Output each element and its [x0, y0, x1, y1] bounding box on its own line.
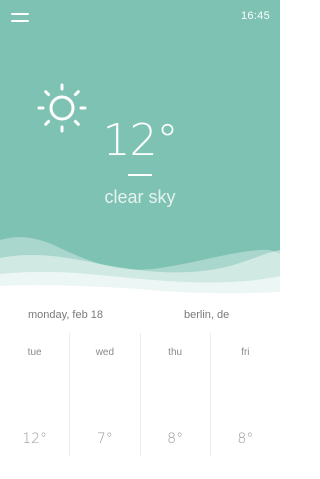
- forecast-day-temp: 8°: [167, 431, 184, 447]
- current-date: monday, feb 18: [28, 309, 104, 321]
- wave-decoration: [0, 237, 280, 300]
- forecast-day-temp: 12°: [22, 431, 48, 447]
- forecast-day-name: thu: [168, 347, 183, 358]
- current-temperature: 12°: [102, 115, 179, 166]
- forecast-list: tue 12° wed 7° thu 8° fri 8°: [0, 333, 280, 456]
- weather-condition: clear sky: [104, 187, 176, 207]
- weather-hero: 16:45 12° clear sky: [0, 0, 280, 300]
- forecast-day[interactable]: wed 7°: [70, 333, 141, 456]
- forecast-day[interactable]: thu 8°: [141, 333, 211, 456]
- menu-bar: [11, 13, 29, 15]
- forecast-day-temp: 7°: [96, 431, 113, 447]
- temperature-divider: [128, 174, 152, 176]
- location-label: berlin, de: [184, 309, 230, 321]
- forecast-day-name: wed: [95, 347, 115, 358]
- menu-bar: [11, 20, 29, 22]
- forecast-day-temp: 8°: [237, 431, 254, 447]
- forecast-day[interactable]: fri 8°: [211, 333, 280, 456]
- menu-icon[interactable]: [11, 12, 29, 24]
- forecast-day-name: tue: [27, 347, 42, 358]
- forecast-day-name: fri: [241, 347, 250, 358]
- status-time: 16:45: [240, 10, 270, 22]
- forecast-day[interactable]: tue 12°: [0, 333, 71, 456]
- info-row: monday, feb 18 berlin, de: [0, 307, 280, 325]
